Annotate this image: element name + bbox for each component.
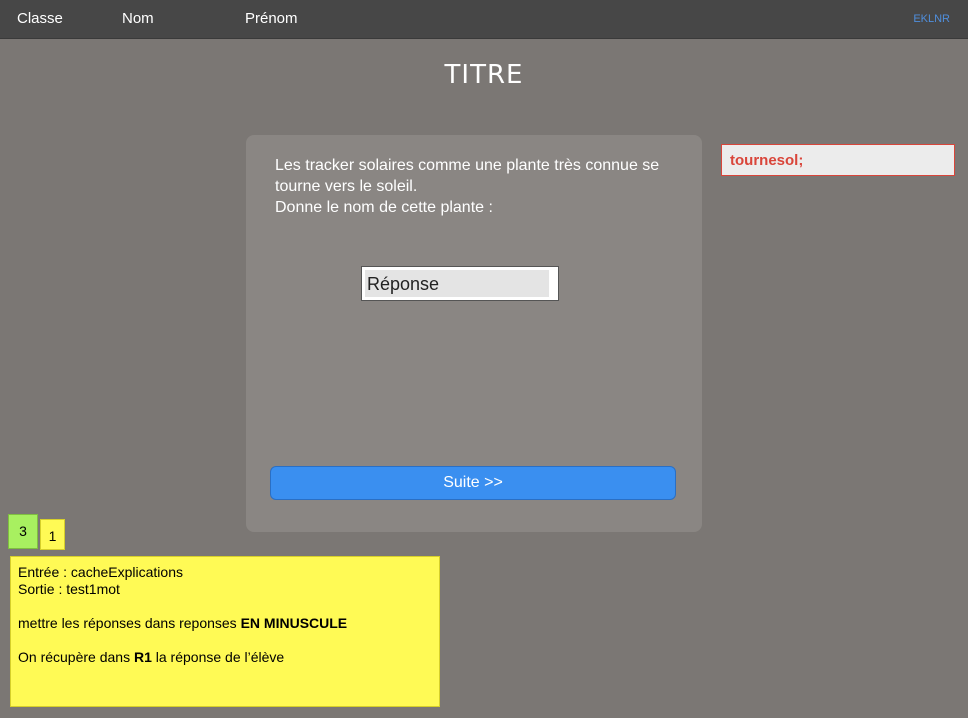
- answer-field[interactable]: [361, 266, 559, 301]
- answer-field-inner: [365, 270, 555, 297]
- note-lowercase-emphasis: EN MINUSCULE: [240, 615, 348, 631]
- instructions-note: Entrée : cacheExplications Sortie : test…: [10, 556, 440, 707]
- expected-answer: tournesol;: [721, 144, 955, 176]
- yellow-badge: 1: [40, 519, 65, 550]
- page-title: TITRE: [444, 60, 524, 90]
- next-button[interactable]: Suite >>: [270, 466, 676, 500]
- nom-label[interactable]: Nom: [122, 10, 154, 27]
- question-card: Les tracker solaires comme une plante tr…: [246, 135, 702, 532]
- note-r1-prefix: On récupère dans: [18, 649, 134, 665]
- note-line-r1: On récupère dans R1 la réponse de l’élèv…: [18, 649, 432, 666]
- question-text: Les tracker solaires comme une plante tr…: [275, 157, 660, 216]
- classe-label[interactable]: Classe: [17, 10, 63, 27]
- answer-input[interactable]: [365, 274, 549, 295]
- green-badge: 3: [8, 514, 38, 549]
- note-r1-suffix: la réponse de l’élève: [151, 649, 285, 665]
- note-lowercase-text: mettre les réponses dans reponses: [18, 615, 241, 631]
- note-line-lowercase: mettre les réponses dans reponses EN MIN…: [18, 615, 432, 632]
- note-line-output: Sortie : test1mot: [18, 581, 120, 597]
- note-r1-emphasis: R1: [133, 649, 152, 665]
- top-bar: Classe Nom Prénom EKLNR: [0, 0, 968, 39]
- session-code: EKLNR: [913, 13, 950, 25]
- note-line-input: Entrée : cacheExplications: [18, 564, 183, 580]
- prenom-label[interactable]: Prénom: [245, 10, 298, 27]
